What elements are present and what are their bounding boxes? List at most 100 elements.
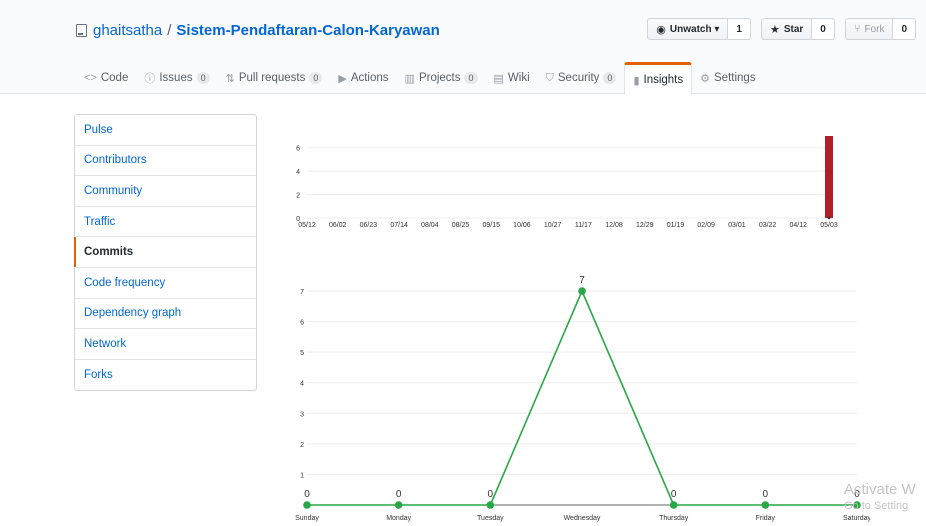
y-tick-label: 6 <box>300 320 304 327</box>
sidebar-item-forks[interactable]: Forks <box>75 360 256 391</box>
data-label: 0 <box>304 489 310 500</box>
tab-label: Pull requests <box>238 72 306 84</box>
tab-issues[interactable]: ⓘ Issues 0 <box>136 62 217 94</box>
y-tick-label: 2 <box>296 193 300 200</box>
x-tick-label: Friday <box>756 515 776 522</box>
x-tick-label: 10/27 <box>544 222 562 229</box>
watermark-title: Activate W <box>844 481 916 498</box>
commits-line <box>307 288 857 506</box>
repo-icon <box>76 24 87 37</box>
star-button-group: ★ Star 0 <box>760 18 835 40</box>
bar-marker <box>827 216 831 220</box>
pull-request-icon: ⇅ <box>225 72 235 85</box>
y-tick-label: 7 <box>300 289 304 296</box>
book-icon: ▤ <box>493 72 504 85</box>
fork-icon: ⑂ <box>853 23 861 35</box>
issue-icon: ⓘ <box>144 73 156 85</box>
y-tick-label: 1 <box>300 472 304 479</box>
data-label: 7 <box>579 275 585 286</box>
tab-projects[interactable]: ▥ Projects 0 <box>397 62 486 94</box>
project-icon: ▥ <box>404 72 415 85</box>
x-tick-label: 05/03 <box>820 222 838 229</box>
x-tick-label: 12/29 <box>636 222 654 229</box>
unwatch-label: Unwatch ▾ <box>669 23 720 35</box>
tab-counter: 0 <box>603 72 617 84</box>
sidebar-item-pulse[interactable]: Pulse <box>75 115 256 146</box>
x-tick-label: Thursday <box>659 515 689 522</box>
tab-counter: 0 <box>309 72 323 84</box>
star-label: Star <box>783 23 804 35</box>
x-tick-label: 03/22 <box>759 222 777 229</box>
y-tick-label: 6 <box>296 146 300 153</box>
y-tick-label: 4 <box>296 169 300 176</box>
data-point <box>486 501 495 509</box>
watermark-subtitle: Go to Setting <box>844 500 909 512</box>
repo-name-link[interactable]: Sistem-Pendaftaran-Calon-Karyawan <box>176 22 439 39</box>
x-tick-label: Saturday <box>843 515 870 522</box>
watch-button-group: ◉ Unwatch ▾ 1 <box>647 18 751 40</box>
tab-label: Code <box>100 72 129 84</box>
data-label: 0 <box>763 489 769 500</box>
tab-settings[interactable]: ⚙ Settings <box>692 62 763 94</box>
shield-icon: ⛉ <box>545 71 554 84</box>
y-tick-label: 2 <box>300 442 304 449</box>
tab-label: Issues <box>159 72 193 84</box>
sidebar-item-commits[interactable]: Commits <box>74 237 256 268</box>
tab-wiki[interactable]: ▤ Wiki <box>486 62 538 94</box>
sidebar-item-traffic[interactable]: Traffic <box>75 207 256 238</box>
daily-commits-chart: 1 2 3 4 5 6 7 0 Sunday 0 Monday 0 Tuesday 7 Wednesday 0… <box>295 275 870 522</box>
play-icon: ▶ <box>338 72 347 85</box>
repo-path-separator: / <box>167 22 172 39</box>
repo-owner-link[interactable]: ghaitsatha <box>93 22 162 39</box>
sidebar-item-network[interactable]: Network <box>75 329 256 360</box>
repo-nav-tabs: <> Code ⓘ Issues 0 ⇅ Pull requests 0 ▶ Actions ▥ Pr… <box>76 62 764 95</box>
tab-security[interactable]: ⛉ Security 0 <box>538 62 625 94</box>
x-tick-label: 05/12 <box>298 222 316 229</box>
star-button[interactable]: ★ Star <box>760 18 813 40</box>
tab-label: Projects <box>418 72 461 84</box>
bar <box>825 136 833 218</box>
x-tick-label: 08/25 <box>452 222 470 229</box>
data-label: 0 <box>671 489 677 500</box>
sidebar-item-contributors[interactable]: Contributors <box>75 146 256 177</box>
gear-icon: ⚙ <box>700 72 711 85</box>
x-tick-label: 04/12 <box>790 222 808 229</box>
fork-button-group: ⑂ Fork 0 <box>844 18 916 40</box>
data-point <box>394 501 403 509</box>
data-point <box>761 501 770 509</box>
repo-header: ghaitsatha / Sistem-Pendaftaran-Calon-Ka… <box>0 0 926 95</box>
stargazers-count[interactable]: 0 <box>812 18 835 40</box>
data-label: 0 <box>488 489 494 500</box>
repo-actions: ◉ Unwatch ▾ 1 ★ Star 0 ⑂ Fork 0 <box>647 18 926 40</box>
tab-counter: 0 <box>464 72 478 84</box>
fork-button[interactable]: ⑂ Fork <box>844 18 894 40</box>
unwatch-button[interactable]: ◉ Unwatch ▾ <box>647 18 729 40</box>
x-tick-label: Sunday <box>295 515 319 522</box>
x-tick-label: Tuesday <box>477 515 504 522</box>
weekly-commits-chart: 024605/12 06/02 06/23 07/14 08/04 08/25 09/15 1… <box>296 136 838 229</box>
y-tick-label: 5 <box>300 350 304 357</box>
sidebar-item-community[interactable]: Community <box>75 176 256 207</box>
fork-label: Fork <box>864 23 885 35</box>
x-tick-label: 10/06 <box>513 222 531 229</box>
sidebar-item-code-frequency[interactable]: Code frequency <box>75 268 256 299</box>
tab-insights[interactable]: ▮ Insights <box>624 62 693 95</box>
x-tick-label: 09/15 <box>482 222 500 229</box>
tab-label: Wiki <box>507 72 530 84</box>
tab-label: Security <box>557 72 600 84</box>
forks-count[interactable]: 0 <box>893 18 916 40</box>
x-tick-label: 06/23 <box>360 222 378 229</box>
tab-code[interactable]: <> Code <box>76 62 136 94</box>
x-tick-label: 12/08 <box>605 222 623 229</box>
tab-pull-requests[interactable]: ⇅ Pull requests 0 <box>218 62 331 94</box>
tab-label: Actions <box>350 72 389 84</box>
x-tick-label: 07/14 <box>390 222 408 229</box>
watchers-count[interactable]: 1 <box>728 18 751 40</box>
x-tick-label: 08/04 <box>421 222 439 229</box>
x-tick-label: 11/17 <box>575 222 592 229</box>
sidebar-item-dependency-graph[interactable]: Dependency graph <box>75 299 256 330</box>
eye-icon: ◉ <box>656 23 666 36</box>
tab-actions[interactable]: ▶ Actions <box>330 62 396 94</box>
code-icon: <> <box>84 72 97 84</box>
repo-title: ghaitsatha / Sistem-Pendaftaran-Calon-Ka… <box>76 22 440 39</box>
